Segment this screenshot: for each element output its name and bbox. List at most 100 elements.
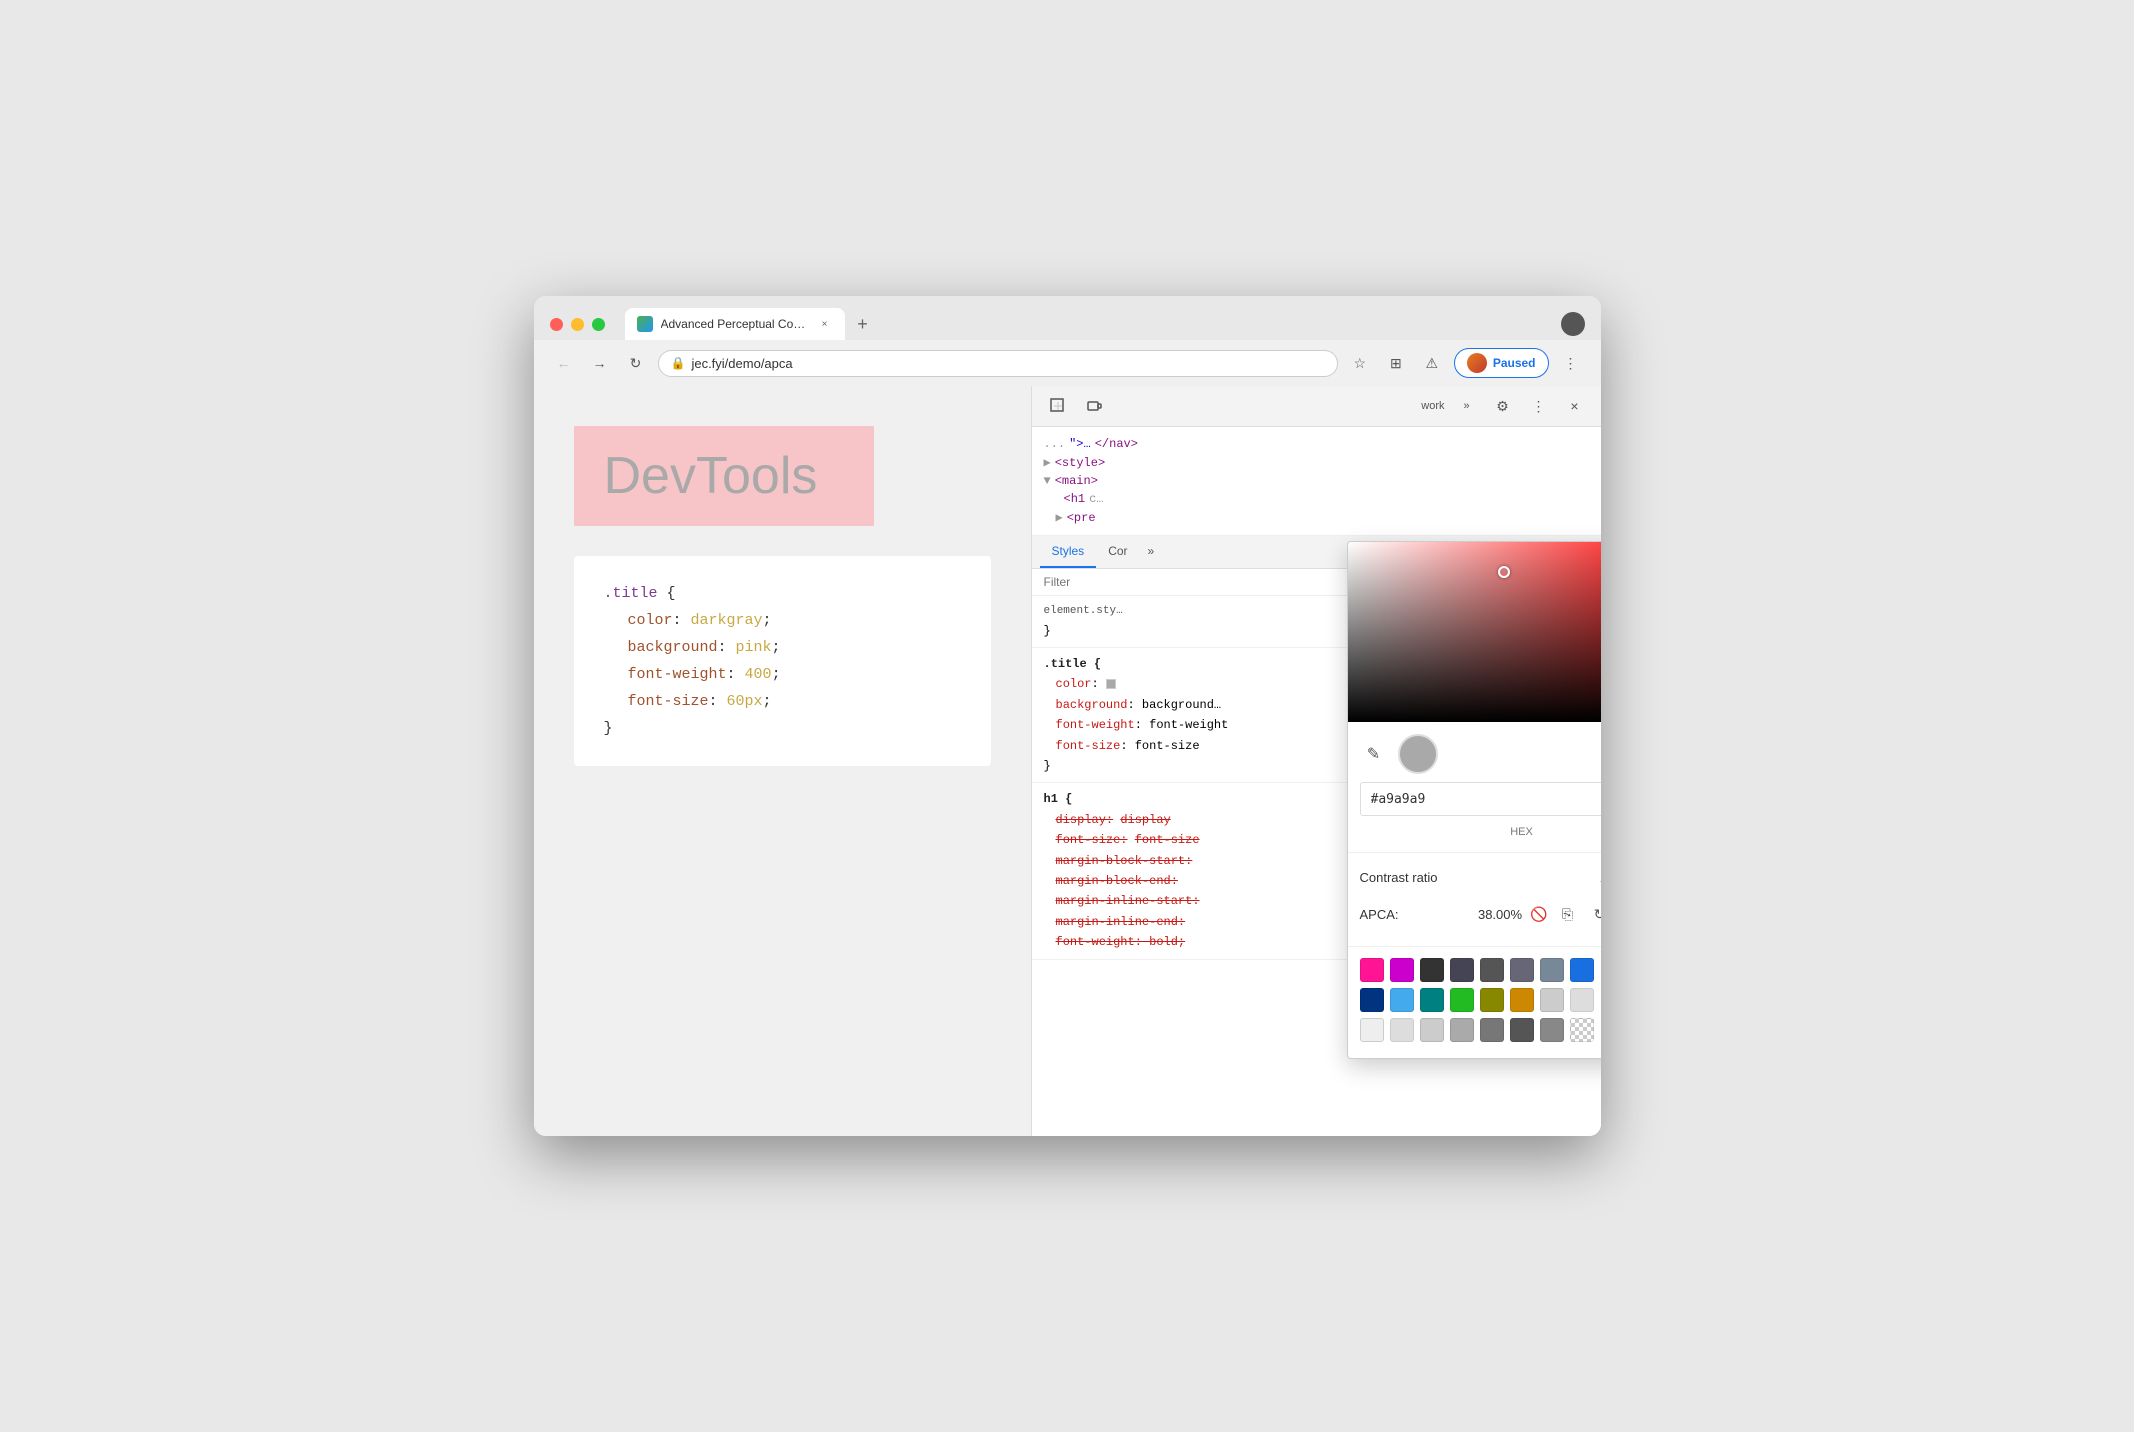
nav-actions: ☆ ⊞ ⚠ Paused ⋮ [1346, 348, 1585, 378]
warning-button[interactable]: ⚠ [1418, 349, 1446, 377]
swatch[interactable] [1420, 1018, 1444, 1042]
more-tabs-button[interactable]: » [1140, 536, 1163, 568]
apca-refresh-button[interactable]: ↻ [1588, 902, 1601, 926]
tab-close-button[interactable]: × [817, 316, 833, 332]
dom-line: ▶ <style> [1044, 453, 1589, 472]
swatch[interactable] [1450, 1018, 1474, 1042]
new-tab-button[interactable]: + [849, 310, 877, 338]
picker-controls: ✎ [1348, 722, 1601, 852]
swatch[interactable] [1420, 958, 1444, 982]
swatch[interactable] [1360, 988, 1384, 1012]
contrast-row: Contrast ratio 19.28% 🚫 ∧ [1360, 863, 1601, 892]
dom-line: ▶ <pre [1044, 508, 1589, 527]
swatches-row-3 [1360, 1018, 1601, 1042]
browser-menu-button[interactable]: ⋮ [1557, 349, 1585, 377]
swatch-transparent[interactable] [1570, 1018, 1594, 1042]
swatch[interactable] [1480, 958, 1504, 982]
apca-label: APCA: [1360, 907, 1399, 922]
browser-window: Advanced Perceptual Contrast × + ← → ↻ 🔒… [534, 296, 1601, 1136]
tab-bar: Advanced Perceptual Contrast × + [625, 308, 1549, 340]
eyedropper-button[interactable]: ✎ [1360, 740, 1388, 768]
swatch[interactable] [1570, 958, 1594, 982]
lock-icon: 🔒 [671, 356, 686, 370]
maximize-button[interactable] [592, 318, 605, 331]
title-bar: Advanced Perceptual Contrast × + [534, 296, 1601, 340]
profile-button[interactable] [1561, 312, 1585, 336]
swatch[interactable] [1510, 958, 1534, 982]
traffic-lights [550, 318, 605, 331]
swatch[interactable] [1390, 1018, 1414, 1042]
swatches-section: ▲ ▼ [1348, 946, 1601, 1058]
swatch[interactable] [1390, 958, 1414, 982]
h1-selector: h1 { [1044, 792, 1073, 806]
reload-button[interactable]: ↻ [622, 349, 650, 377]
dom-tree: ... ">…</nav> ▶ <style> ▼ <main> <h1 c… … [1032, 427, 1601, 536]
color-picker-popup: ✎ [1347, 541, 1601, 1059]
paused-button[interactable]: Paused [1454, 348, 1549, 378]
swatch[interactable] [1540, 1018, 1564, 1042]
dom-line: <h1 c… [1044, 490, 1589, 508]
apca-copy-button[interactable]: ⎘ [1556, 902, 1580, 926]
active-tab[interactable]: Advanced Perceptual Contrast × [625, 308, 845, 340]
swatch[interactable] [1540, 988, 1564, 1012]
swatch[interactable] [1420, 988, 1444, 1012]
address-bar[interactable]: 🔒 jec.fyi/demo/apca [658, 350, 1338, 377]
tab-title: Advanced Perceptual Contrast [661, 317, 809, 331]
back-button[interactable]: ← [550, 349, 578, 377]
hex-input[interactable] [1361, 786, 1601, 813]
nav-bar: ← → ↻ 🔒 jec.fyi/demo/apca ☆ ⊞ ⚠ Paused ⋮ [534, 340, 1601, 386]
contrast-section: Contrast ratio 19.28% 🚫 ∧ APCA: 38.00% 🚫 [1348, 852, 1601, 946]
hex-label: HEX [1360, 824, 1601, 840]
main-content: DevTools .title { color: darkgray; backg… [534, 386, 1601, 1136]
forward-button[interactable]: → [586, 349, 614, 377]
swatch[interactable] [1480, 988, 1504, 1012]
swatch[interactable] [1540, 958, 1564, 982]
swatches-row-2 [1360, 988, 1601, 1012]
swatch[interactable] [1510, 988, 1534, 1012]
picker-top-row: ✎ [1360, 734, 1601, 774]
color-cursor[interactable] [1498, 566, 1510, 578]
extensions-button[interactable]: ⊞ [1382, 349, 1410, 377]
swatch[interactable] [1510, 1018, 1534, 1042]
color-gradient[interactable] [1348, 542, 1601, 722]
styles-tab[interactable]: Styles [1040, 536, 1097, 568]
title-selector: .title { [1044, 654, 1102, 674]
color-swatch-inline[interactable] [1106, 679, 1116, 689]
swatch[interactable] [1570, 988, 1594, 1012]
hex-row: ▲ ▼ [1360, 782, 1601, 816]
tab-favicon [637, 316, 653, 332]
swatch[interactable] [1450, 958, 1474, 982]
code-selector: .title [604, 585, 658, 602]
minimize-button[interactable] [571, 318, 584, 331]
apca-value: 38.00% [1478, 907, 1522, 922]
bookmark-button[interactable]: ☆ [1346, 349, 1374, 377]
demo-title-box: DevTools [574, 426, 874, 526]
swatch[interactable] [1480, 1018, 1504, 1042]
apca-row: APCA: 38.00% 🚫 ⎘ ↻ ✐ Aa [1360, 892, 1601, 936]
dom-line: ... ">…</nav> [1044, 435, 1589, 453]
devtools-toolbar: work » ⚙ ⋮ × [1032, 386, 1601, 427]
swatches-row-1: ▲ ▼ [1360, 957, 1601, 982]
devtools-panel: work » ⚙ ⋮ × ... ">…</nav> ▶ <style> ▼ <… [1031, 386, 1601, 1136]
swatch[interactable] [1390, 988, 1414, 1012]
color-preview [1398, 734, 1438, 774]
devtools-settings-button[interactable]: ⚙ [1489, 392, 1517, 420]
inspect-element-button[interactable] [1044, 392, 1072, 420]
devtools-close-button[interactable]: × [1561, 392, 1589, 420]
contrast-ratio-value: 19.28% 🚫 ∧ [1600, 869, 1601, 886]
demo-title-text: DevTools [604, 447, 818, 505]
devtools-panel-name: work [1116, 400, 1445, 412]
devtools-expand-button[interactable]: » [1453, 392, 1481, 420]
devtools-more-button[interactable]: ⋮ [1525, 392, 1553, 420]
device-toggle-button[interactable] [1080, 392, 1108, 420]
page-content: DevTools .title { color: darkgray; backg… [534, 386, 1031, 1136]
swatch[interactable] [1360, 1018, 1384, 1042]
computed-tab[interactable]: Cor [1096, 536, 1139, 568]
code-box: .title { color: darkgray; background: pi… [574, 556, 991, 766]
close-button[interactable] [550, 318, 563, 331]
apca-actions: 38.00% 🚫 ⎘ ↻ ✐ Aa [1478, 898, 1601, 930]
swatch[interactable] [1360, 958, 1384, 982]
paused-label: Paused [1493, 356, 1536, 370]
swatch[interactable] [1450, 988, 1474, 1012]
dom-line: ▼ <main> [1044, 472, 1589, 490]
